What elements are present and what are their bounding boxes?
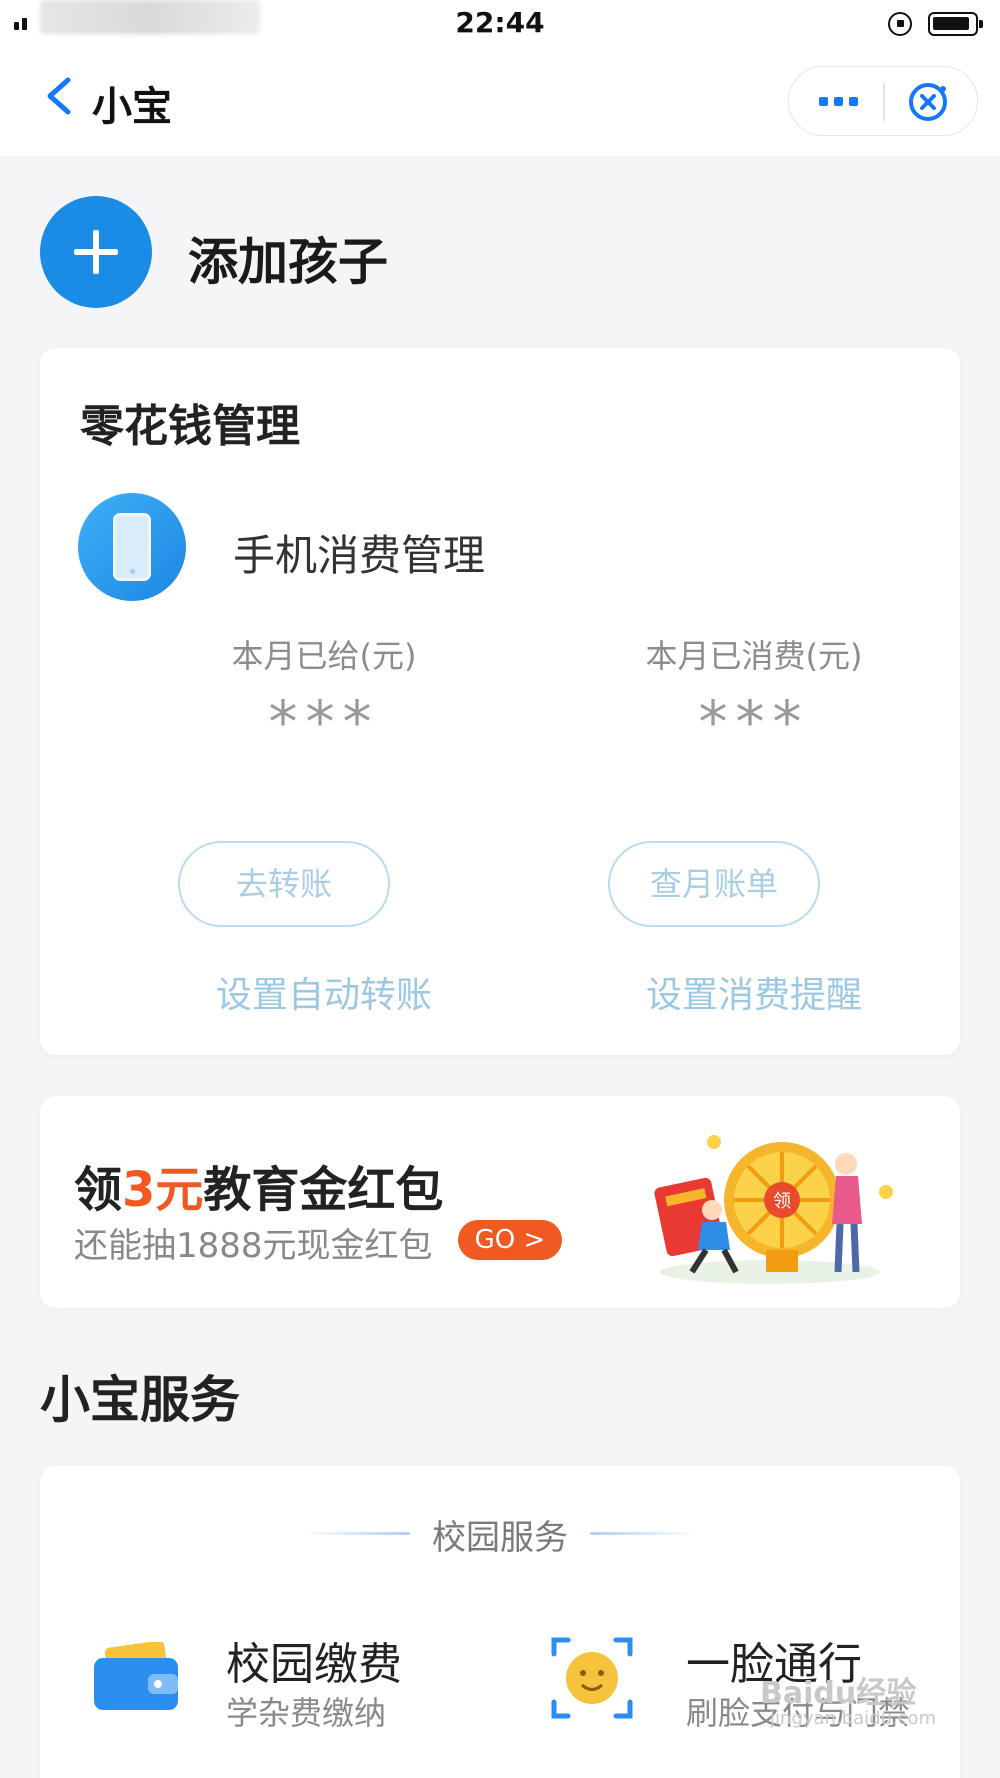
services-section-title: 小宝服务 bbox=[40, 1371, 240, 1429]
allowance-title: 零花钱管理 bbox=[80, 401, 300, 452]
promo-subtitle: 还能抽1888元现金红包 bbox=[74, 1226, 433, 1266]
campus-payment-desc: 学杂费缴纳 bbox=[226, 1694, 387, 1732]
phone-spending-label: 手机消费管理 bbox=[233, 531, 486, 580]
watermark-url: jingyan.baidu.com bbox=[770, 1708, 937, 1729]
more-icon[interactable] bbox=[819, 97, 858, 106]
divider-right bbox=[590, 1532, 700, 1535]
watermark-logo: Baidu经验 bbox=[760, 1676, 917, 1711]
promo-amount: 3元 bbox=[122, 1162, 204, 1218]
lucky-wheel-illustration: 领 bbox=[654, 1135, 893, 1284]
allowance-card: 零花钱管理 手机消费管理 本月已给(元) *** 本月已消费(元) *** 去转… bbox=[40, 348, 960, 1055]
spend-alert-link[interactable]: 设置消费提醒 bbox=[604, 966, 904, 1018]
monthly-bill-button[interactable]: 查月账单 bbox=[608, 841, 820, 927]
given-label: 本月已给(元) bbox=[231, 637, 417, 675]
close-mini-program-icon[interactable] bbox=[907, 81, 949, 123]
page-title: 小宝 bbox=[92, 84, 172, 130]
phone-icon bbox=[78, 493, 186, 601]
wheel-badge-text: 领 bbox=[773, 1191, 791, 1212]
campus-services-heading: 校园服务 bbox=[432, 1518, 568, 1558]
mini-program-capsule bbox=[788, 66, 978, 136]
given-value: *** bbox=[268, 688, 380, 756]
spent-value: *** bbox=[698, 688, 810, 756]
campus-payment-label[interactable]: 校园缴费 bbox=[226, 1628, 402, 1692]
battery-icon bbox=[928, 12, 983, 36]
back-icon[interactable] bbox=[42, 76, 76, 116]
auto-transfer-link[interactable]: 设置自动转账 bbox=[174, 966, 474, 1018]
capsule-divider bbox=[883, 83, 885, 121]
promo-title: 领3元教育金红包 bbox=[74, 1162, 444, 1218]
promo-banner[interactable]: 领3元教育金红包 还能抽1888元现金红包 GO > 领 bbox=[40, 1096, 960, 1308]
campus-services-card: 校园服务 校园缴费 学杂费缴纳 一脸通行 刷脸支付与门禁 bbox=[40, 1466, 960, 1778]
rotation-lock-icon bbox=[888, 12, 912, 36]
face-scan-icon[interactable] bbox=[550, 1636, 634, 1720]
transfer-button[interactable]: 去转账 bbox=[178, 841, 390, 927]
add-child-label[interactable]: 添加孩子 bbox=[188, 222, 388, 294]
add-child-button[interactable] bbox=[40, 196, 152, 308]
go-button[interactable]: GO > bbox=[458, 1220, 562, 1260]
spent-label: 本月已消费(元) bbox=[645, 637, 863, 675]
status-time: 22:44 bbox=[455, 6, 545, 39]
wallet-icon[interactable] bbox=[92, 1642, 180, 1712]
